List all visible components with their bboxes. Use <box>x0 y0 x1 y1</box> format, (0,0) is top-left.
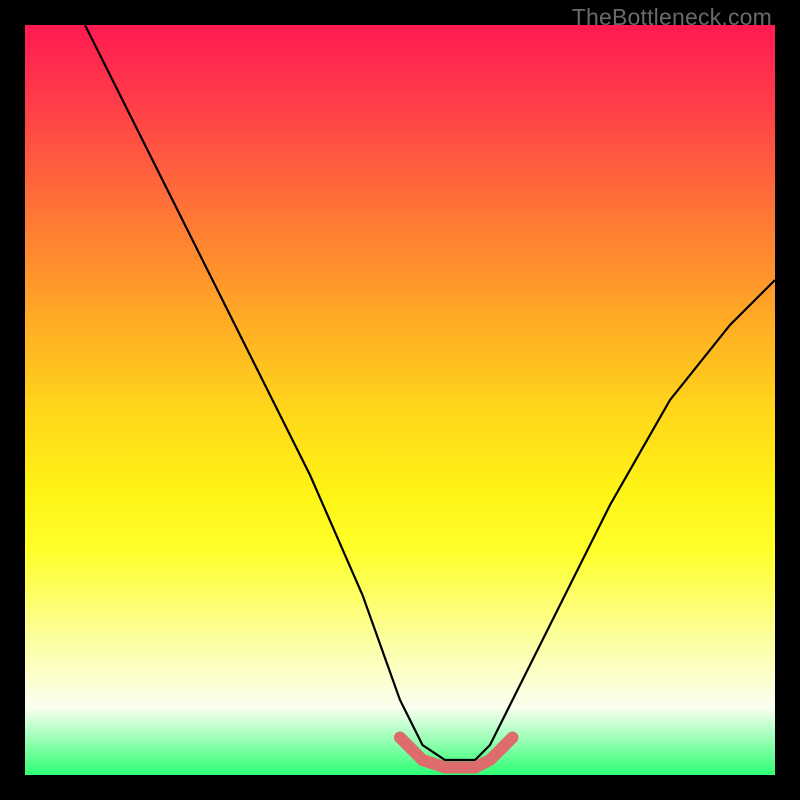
chart-frame: TheBottleneck.com <box>0 0 800 800</box>
chart-svg <box>25 25 775 775</box>
watermark-text: TheBottleneck.com <box>572 4 772 31</box>
optimal-zone-marker <box>400 738 513 768</box>
plot-area <box>25 25 775 775</box>
bottleneck-curve <box>85 25 775 760</box>
